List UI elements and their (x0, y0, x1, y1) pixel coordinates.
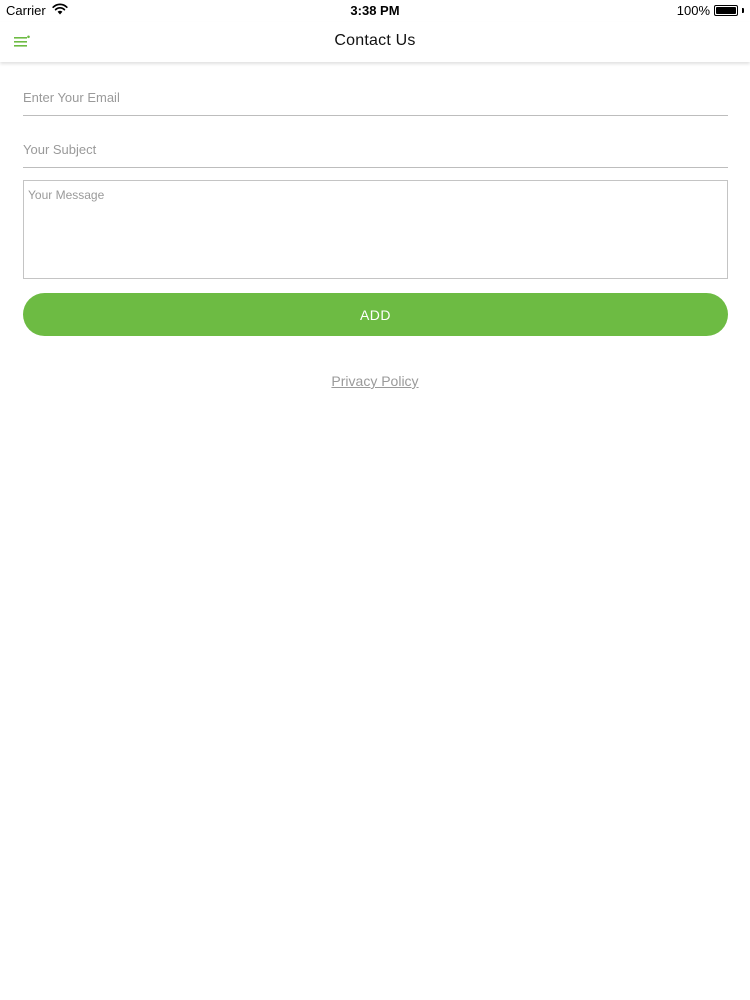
nav-bar: Contact Us (0, 22, 750, 62)
status-bar: Carrier 3:38 PM 100% (0, 0, 750, 22)
battery-level (716, 7, 736, 14)
email-field[interactable] (23, 80, 728, 116)
privacy-policy-link[interactable]: Privacy Policy (0, 373, 750, 389)
battery-tip (742, 8, 744, 13)
add-button[interactable]: ADD (23, 293, 728, 336)
status-right: 100% (677, 3, 744, 18)
subject-field[interactable] (23, 132, 728, 168)
page-title: Contact Us (334, 32, 416, 49)
message-textarea[interactable] (23, 180, 728, 279)
battery-icon (714, 5, 738, 16)
battery-percent: 100% (676, 3, 710, 18)
status-time: 3:38 PM (350, 3, 400, 18)
